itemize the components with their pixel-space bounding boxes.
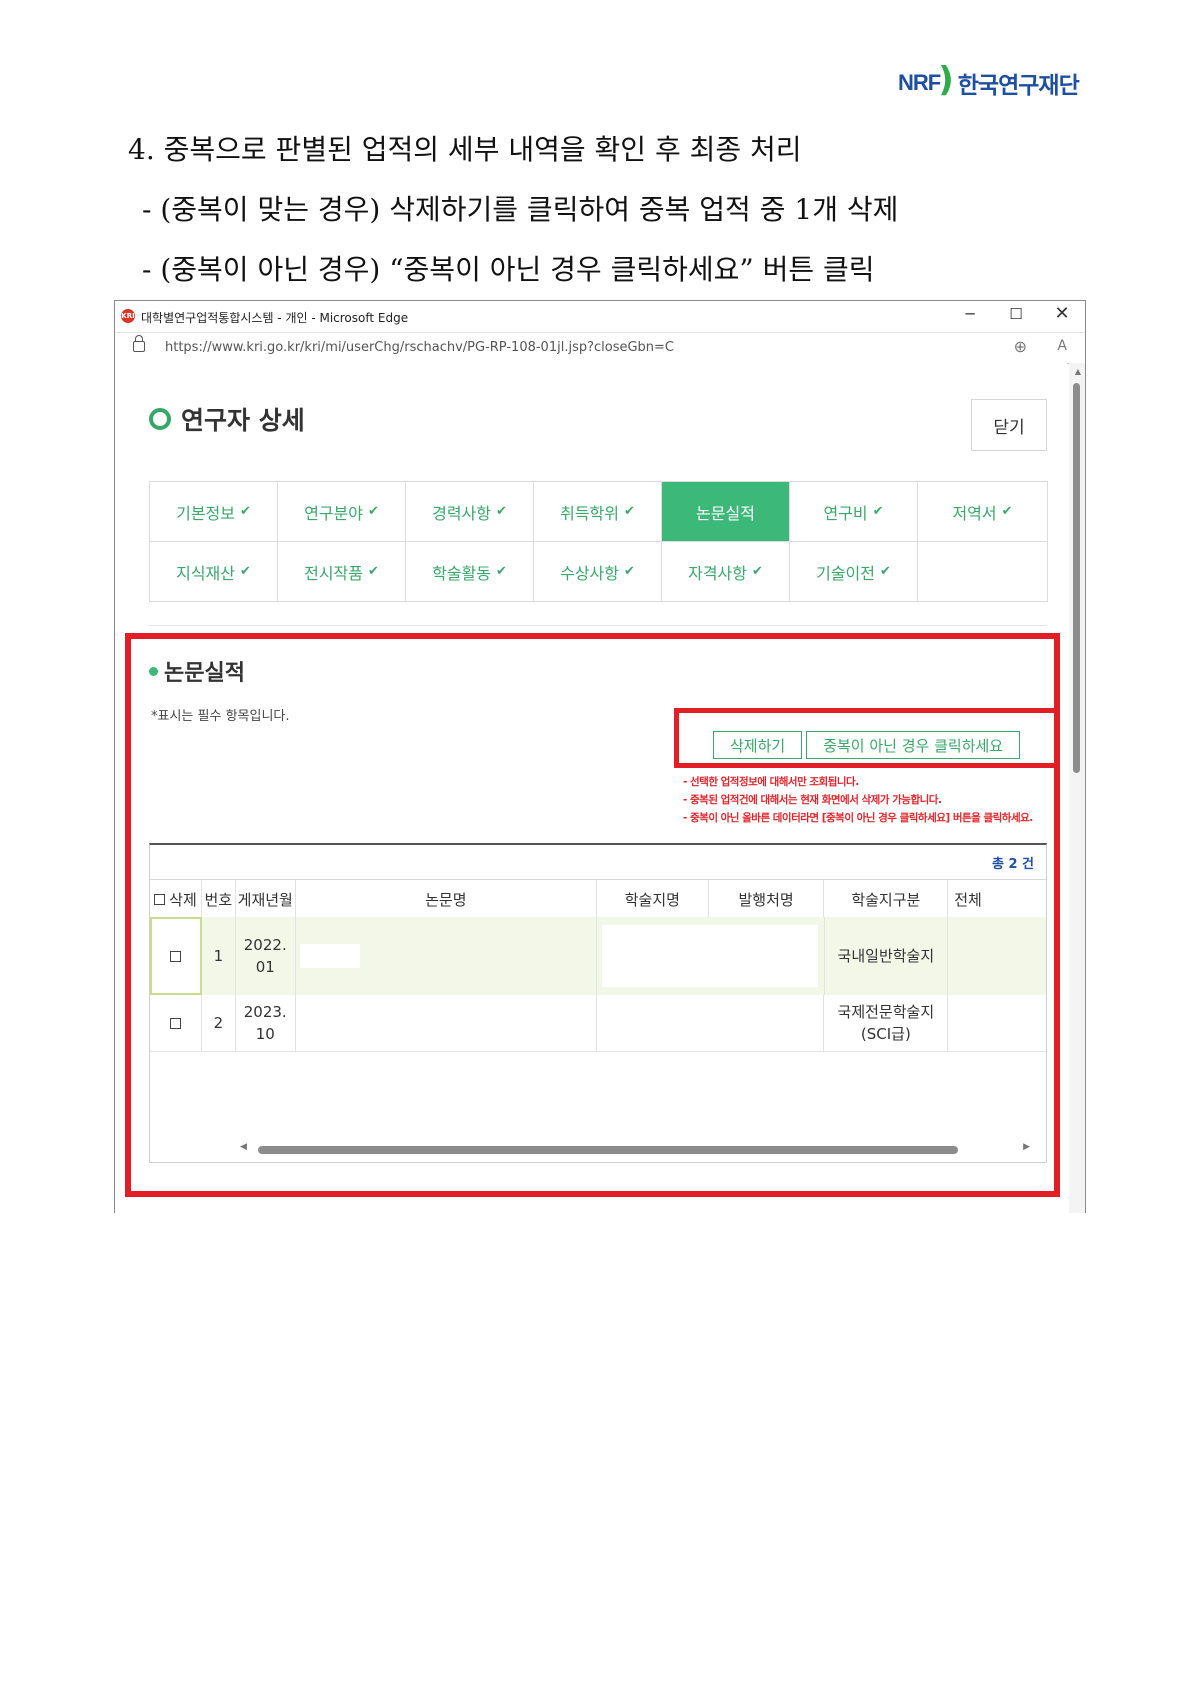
tab-papers[interactable]: 논문실적 (662, 482, 790, 542)
tab-certificates[interactable]: 자격사항 ✔ (662, 542, 790, 602)
tab-label: 수상사항 (560, 563, 619, 583)
close-window-button[interactable]: ✕ (1047, 303, 1077, 324)
close-page-button[interactable]: 닫기 (971, 399, 1047, 451)
check-icon: ✔ (367, 504, 379, 519)
window-title: 대학별연구업적통합시스템 - 개인 - Microsoft Edge (141, 311, 409, 325)
check-icon: ✔ (239, 504, 251, 519)
logo-mark: NRF (898, 70, 941, 95)
check-icon: ✔ (367, 564, 379, 579)
vertical-scroll-thumb[interactable] (1073, 383, 1080, 773)
highlight-box-buttons (674, 708, 1060, 768)
tab-row: 기본정보 ✔ 연구분야 ✔ 경력사항 ✔ 취득학위 ✔ 논문실적 연구비 ✔ 저역서 ✔ (150, 482, 1048, 542)
tab-research-funds[interactable]: 연구비 ✔ (790, 482, 918, 542)
title-bar: KRI 대학별연구업적통합시스템 - 개인 - Microsoft Edge ─… (115, 301, 1085, 331)
tab-label: 전시작품 (304, 563, 363, 583)
read-aloud-icon[interactable]: A (1057, 338, 1067, 354)
page-title-text: 연구자 상세 (181, 406, 305, 435)
tab-label: 논문실적 (696, 503, 755, 523)
logo-org-name: 한국연구재단 (957, 73, 1080, 99)
page-title: 연구자 상세 (149, 401, 305, 437)
tab-tech-transfer[interactable]: 기술이전 ✔ (790, 542, 918, 602)
tab-label: 경력사항 (432, 503, 491, 523)
instruction-step: 4. 중복으로 판별된 업적의 세부 내역을 확인 후 최종 처리 (128, 133, 802, 166)
tab-row: 지식재산 ✔ 전시작품 ✔ 학술활동 ✔ 수상사항 ✔ 자격사항 ✔ 기술이전 ✔ (150, 542, 1048, 602)
tab-label: 취득학위 (560, 503, 619, 523)
nrf-logo: NRF ) 한국연구재단 (898, 60, 1080, 100)
zoom-icon[interactable]: ⊕ (1014, 337, 1027, 356)
check-icon: ✔ (623, 504, 635, 519)
instruction-not-duplicate-case: - (중복이 아닌 경우) “중복이 아닌 경우 클릭하세요” 버튼 클릭 (142, 253, 875, 286)
circle-icon (149, 408, 171, 430)
tab-label: 저역서 (952, 503, 997, 523)
minimize-button[interactable]: ─ (955, 305, 985, 323)
tab-research-field[interactable]: 연구분야 ✔ (278, 482, 406, 542)
tab-degree[interactable]: 취득학위 ✔ (534, 482, 662, 542)
check-icon: ✔ (623, 564, 635, 579)
section-divider (149, 625, 1047, 626)
app-icon: KRI (121, 309, 135, 323)
tab-label: 기본정보 (176, 503, 235, 523)
tab-exhibition[interactable]: 전시작품 ✔ (278, 542, 406, 602)
tab-academic-activity[interactable]: 학술활동 ✔ (406, 542, 534, 602)
tab-ip[interactable]: 지식재산 ✔ (150, 542, 278, 602)
tab-label: 연구분야 (304, 503, 363, 523)
check-icon: ✔ (751, 564, 763, 579)
instruction-duplicate-case: - (중복이 맞는 경우) 삭제하기를 클릭하여 중복 업적 중 1개 삭제 (142, 193, 899, 226)
tab-grid: 기본정보 ✔ 연구분야 ✔ 경력사항 ✔ 취득학위 ✔ 논문실적 연구비 ✔ 저역서 ✔ 지… (149, 481, 1048, 602)
check-icon: ✔ (495, 564, 507, 579)
logo-bracket-icon: ) (938, 60, 954, 100)
address-bar[interactable]: https://www.kri.go.kr/kri/mi/userChg/rsc… (115, 332, 1085, 364)
check-icon: ✔ (879, 564, 891, 579)
lock-icon[interactable] (133, 335, 145, 352)
tab-label: 학술활동 (432, 563, 491, 583)
tab-label: 연구비 (823, 503, 868, 523)
url-text[interactable]: https://www.kri.go.kr/kri/mi/userChg/rsc… (165, 340, 674, 355)
maximize-button[interactable]: ☐ (1001, 305, 1031, 323)
check-icon: ✔ (495, 504, 507, 519)
tab-label: 지식재산 (176, 563, 235, 583)
tab-label: 자격사항 (688, 563, 747, 583)
tab-books[interactable]: 저역서 ✔ (918, 482, 1048, 542)
tab-empty (918, 542, 1048, 602)
tab-career[interactable]: 경력사항 ✔ (406, 482, 534, 542)
tab-label: 기술이전 (816, 563, 875, 583)
tab-basic-info[interactable]: 기본정보 ✔ (150, 482, 278, 542)
check-icon: ✔ (1001, 504, 1013, 519)
check-icon: ✔ (239, 564, 251, 579)
scroll-up-icon[interactable]: ▲ (1075, 367, 1081, 376)
check-icon: ✔ (872, 504, 884, 519)
tab-awards[interactable]: 수상사항 ✔ (534, 542, 662, 602)
